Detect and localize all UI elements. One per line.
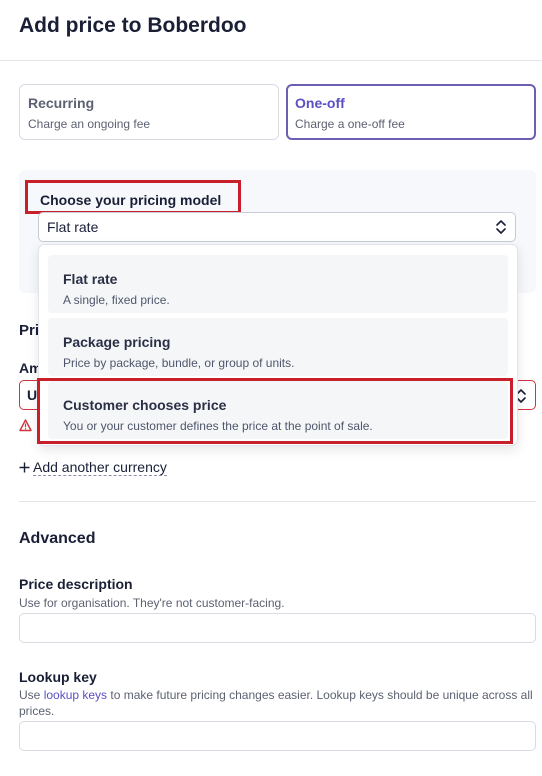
price-description-input[interactable]	[19, 613, 536, 643]
customer-chooses-price-highlight	[37, 378, 513, 444]
recurring-option[interactable]: Recurring Charge an ongoing fee	[19, 84, 279, 140]
option-flat-rate[interactable]: Flat rate A single, fixed price.	[48, 255, 508, 313]
chevron-updown-icon	[496, 220, 506, 234]
advanced-heading: Advanced	[19, 530, 96, 547]
header-divider	[0, 60, 542, 61]
one-off-option[interactable]: One-off Charge a one-off fee	[286, 84, 536, 140]
price-description-help: Use for organisation. They're not custom…	[19, 596, 285, 610]
plus-icon	[19, 462, 30, 473]
pricing-model-select[interactable]: Flat rate	[38, 212, 516, 242]
one-off-description: Charge a one-off fee	[295, 117, 405, 131]
lookup-key-help: Use lookup keys to make future pricing c…	[19, 687, 534, 719]
one-off-label: One-off	[295, 95, 345, 111]
price-section-heading: Pri	[19, 322, 40, 339]
currency-value: U	[27, 387, 38, 403]
pricing-model-label: Choose your pricing model	[40, 192, 222, 208]
add-currency-label: Add another currency	[33, 459, 167, 476]
option-description: Price by package, bundle, or group of un…	[63, 356, 295, 370]
lookup-key-help-prefix: Use	[19, 688, 44, 702]
section-divider	[19, 501, 536, 502]
error-icon	[19, 419, 32, 432]
recurring-label: Recurring	[28, 95, 95, 111]
option-package-pricing[interactable]: Package pricing Price by package, bundle…	[48, 318, 508, 376]
option-description: A single, fixed price.	[63, 293, 170, 307]
lookup-key-input[interactable]	[19, 721, 536, 751]
price-description-label: Price description	[19, 576, 133, 592]
lookup-keys-link[interactable]: lookup keys	[44, 688, 107, 702]
pricing-model-selected-value: Flat rate	[47, 219, 99, 235]
add-currency-link[interactable]: Add another currency	[19, 459, 167, 476]
option-label: Flat rate	[63, 271, 118, 287]
option-label: Package pricing	[63, 334, 171, 350]
lookup-key-label: Lookup key	[19, 669, 97, 685]
recurring-description: Charge an ongoing fee	[28, 117, 151, 131]
page-title: Add price to Boberdoo	[19, 14, 247, 37]
